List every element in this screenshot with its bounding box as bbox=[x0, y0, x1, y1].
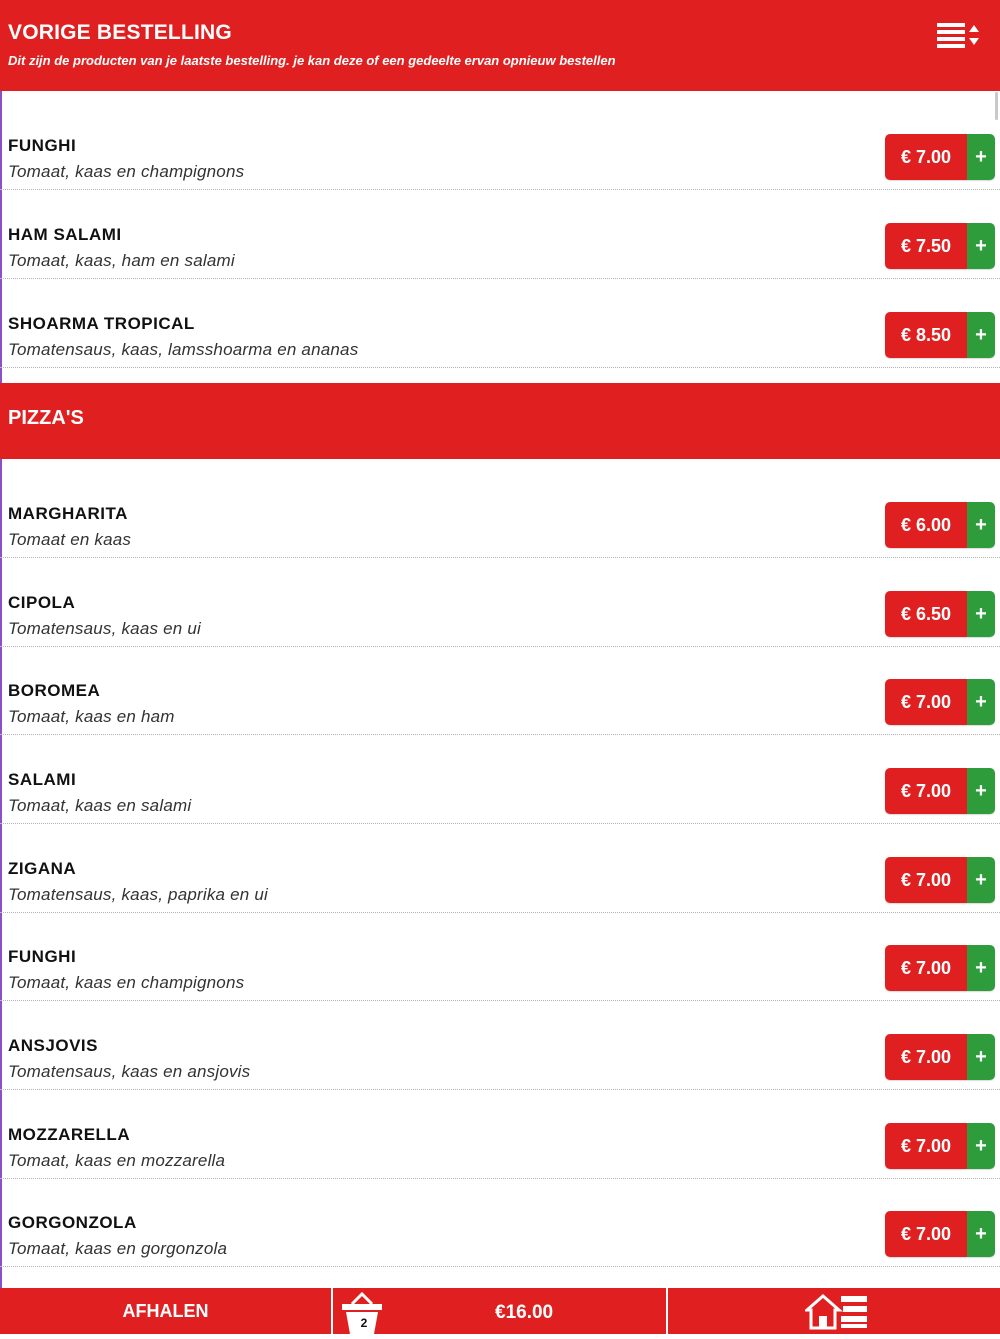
item-description: Tomatensaus, kaas en ansjovis bbox=[8, 1062, 251, 1081]
add-to-cart-button[interactable]: € 7.00 + bbox=[885, 857, 995, 903]
item-description: Tomatensaus, kaas, paprika en ui bbox=[8, 885, 268, 904]
item-name: BOROMEA bbox=[8, 681, 101, 700]
cart-count: 2 bbox=[360, 1316, 368, 1330]
item-name: MARGHARITA bbox=[8, 504, 128, 523]
item-name: MOZZARELLA bbox=[8, 1125, 131, 1144]
list-item: MARGHARITA Tomaat en kaas € 6.00 + bbox=[0, 470, 1000, 558]
item-name: CIPOLA bbox=[8, 593, 76, 612]
item-description: Tomaat, kaas en gorgonzola bbox=[8, 1239, 228, 1258]
add-to-cart-button[interactable]: € 7.00 + bbox=[885, 1123, 995, 1169]
plus-icon[interactable]: + bbox=[967, 134, 995, 180]
plus-icon[interactable]: + bbox=[967, 1034, 995, 1080]
add-to-cart-button[interactable]: € 7.50 + bbox=[885, 223, 995, 269]
list-item: HAM SALAMI Tomaat, kaas, ham en salami €… bbox=[0, 191, 1000, 279]
item-name: GORGONZOLA bbox=[8, 1213, 137, 1232]
list-item: SHOARMA TROPICAL Tomatensaus, kaas, lams… bbox=[0, 280, 1000, 368]
plus-icon[interactable]: + bbox=[967, 312, 995, 358]
list-item: FUNGHI Tomaat, kaas en champignons € 7.0… bbox=[0, 102, 1000, 190]
add-to-cart-button[interactable]: € 6.00 + bbox=[885, 502, 995, 548]
item-description: Tomaat, kaas en mozzarella bbox=[8, 1151, 226, 1170]
pizzas-section-title: PIZZA'S bbox=[8, 407, 84, 429]
plus-icon[interactable]: + bbox=[967, 1211, 995, 1257]
basket-icon[interactable]: 2 bbox=[340, 1290, 384, 1334]
cart-total: €16.00 bbox=[495, 1302, 554, 1323]
item-price[interactable]: € 7.00 bbox=[885, 857, 967, 903]
sort-menu-icon[interactable] bbox=[937, 22, 981, 50]
item-description: Tomatensaus, kaas, lamsshoarma en ananas bbox=[8, 340, 359, 359]
item-description: Tomaat, kaas en salami bbox=[8, 796, 192, 815]
previous-order-subtitle: Dit zijn de producten van je laatste bes… bbox=[8, 53, 616, 68]
item-name: FUNGHI bbox=[8, 947, 77, 966]
add-to-cart-button[interactable]: € 7.00 + bbox=[885, 679, 995, 725]
list-item: CIPOLA Tomatensaus, kaas en ui € 6.50 + bbox=[0, 559, 1000, 647]
add-to-cart-button[interactable]: € 7.00 + bbox=[885, 945, 995, 991]
item-price[interactable]: € 7.00 bbox=[885, 1034, 967, 1080]
home-menu-button[interactable] bbox=[670, 1288, 1000, 1334]
item-price[interactable]: € 7.00 bbox=[885, 1123, 967, 1169]
item-price[interactable]: € 8.50 bbox=[885, 312, 967, 358]
item-price[interactable]: € 6.50 bbox=[885, 591, 967, 637]
plus-icon[interactable]: + bbox=[967, 1123, 995, 1169]
add-to-cart-button[interactable]: € 7.00 + bbox=[885, 134, 995, 180]
item-description: Tomaat, kaas, ham en salami bbox=[8, 251, 235, 270]
item-description: Tomaat en kaas bbox=[8, 530, 132, 549]
add-to-cart-button[interactable]: € 6.50 + bbox=[885, 591, 995, 637]
previous-order-title: VORIGE BESTELLING bbox=[8, 21, 232, 44]
item-description: Tomaat, kaas en ham bbox=[8, 707, 175, 726]
plus-icon[interactable]: + bbox=[967, 223, 995, 269]
item-price[interactable]: € 7.00 bbox=[885, 945, 967, 991]
item-name: ANSJOVIS bbox=[8, 1036, 98, 1055]
add-to-cart-button[interactable]: € 7.00 + bbox=[885, 1034, 995, 1080]
add-to-cart-button[interactable]: € 7.00 + bbox=[885, 1211, 995, 1257]
plus-icon[interactable]: + bbox=[967, 857, 995, 903]
pickup-button[interactable]: AFHALEN bbox=[0, 1288, 333, 1334]
item-description: Tomatensaus, kaas en ui bbox=[8, 619, 201, 638]
item-price[interactable]: € 7.50 bbox=[885, 223, 967, 269]
item-price[interactable]: € 7.00 bbox=[885, 1211, 967, 1257]
item-name: FUNGHI bbox=[8, 136, 77, 155]
item-description: Tomaat, kaas en champignons bbox=[8, 973, 245, 992]
previous-order-header: VORIGE BESTELLING Dit zijn de producten … bbox=[0, 0, 1000, 91]
item-name: ZIGANA bbox=[8, 859, 77, 878]
item-description: Tomaat, kaas en champignons bbox=[8, 162, 245, 181]
plus-icon[interactable]: + bbox=[967, 768, 995, 814]
home-menu-icon[interactable] bbox=[805, 1292, 869, 1330]
item-name: SALAMI bbox=[8, 770, 77, 789]
item-price[interactable]: € 7.00 bbox=[885, 679, 967, 725]
plus-icon[interactable]: + bbox=[967, 945, 995, 991]
plus-icon[interactable]: + bbox=[967, 679, 995, 725]
item-price[interactable]: € 7.00 bbox=[885, 768, 967, 814]
list-item: GORGONZOLA Tomaat, kaas en gorgonzola € … bbox=[0, 1179, 1000, 1267]
item-price[interactable]: € 7.00 bbox=[885, 134, 967, 180]
plus-icon[interactable]: + bbox=[967, 502, 995, 548]
item-name: HAM SALAMI bbox=[8, 225, 122, 244]
item-name: SHOARMA TROPICAL bbox=[8, 314, 195, 333]
list-item: MOZZARELLA Tomaat, kaas en mozzarella € … bbox=[0, 1091, 1000, 1179]
item-price[interactable]: € 6.00 bbox=[885, 502, 967, 548]
plus-icon[interactable]: + bbox=[967, 591, 995, 637]
list-item: BOROMEA Tomaat, kaas en ham € 7.00 + bbox=[0, 647, 1000, 735]
list-item: ZIGANA Tomatensaus, kaas, paprika en ui … bbox=[0, 825, 1000, 913]
add-to-cart-button[interactable]: € 7.00 + bbox=[885, 768, 995, 814]
list-item: ANSJOVIS Tomatensaus, kaas en ansjovis €… bbox=[0, 1002, 1000, 1090]
pizzas-section-header: PIZZA'S bbox=[0, 383, 1000, 459]
list-item: SALAMI Tomaat, kaas en salami € 7.00 + bbox=[0, 736, 1000, 824]
list-item: FUNGHI Tomaat, kaas en champignons € 7.0… bbox=[0, 913, 1000, 1001]
bottom-bar: AFHALEN 2 €16.00 bbox=[0, 1288, 1000, 1334]
cart-button[interactable]: 2 €16.00 bbox=[335, 1288, 668, 1334]
add-to-cart-button[interactable]: € 8.50 + bbox=[885, 312, 995, 358]
